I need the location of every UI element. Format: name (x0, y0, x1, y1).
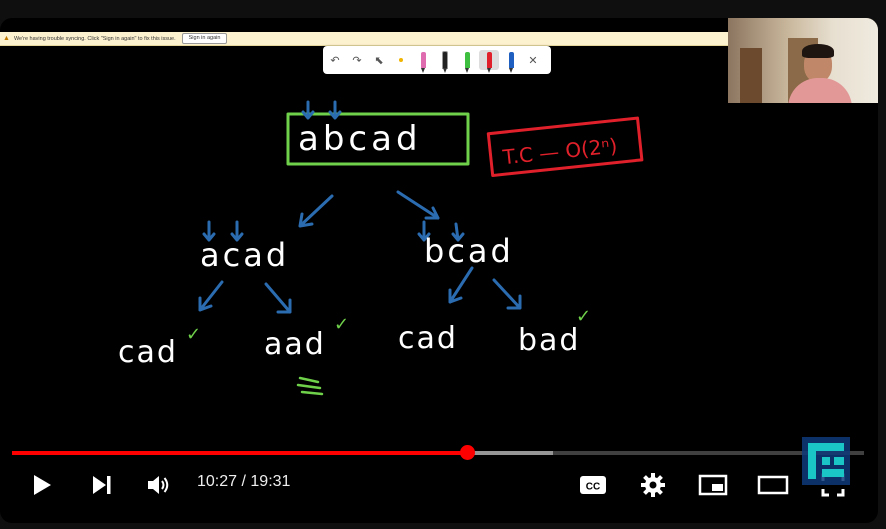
check-mark: ✓ (576, 306, 591, 327)
pen-toolbar: ↶ ↷ ⬉ ✕ (323, 46, 551, 74)
captions-icon: CC (580, 476, 606, 494)
branch-arrow (448, 266, 474, 304)
miniplayer-button[interactable] (696, 470, 730, 500)
level2-node-1: cad (118, 335, 178, 370)
select-pointer-icon[interactable]: ⬉ (369, 50, 389, 70)
pen-green-icon[interactable] (457, 50, 477, 73)
video-player[interactable]: ▲ We're having trouble syncing. Click "S… (0, 18, 878, 523)
check-mark: ✓ (186, 324, 201, 345)
undo-icon[interactable]: ↶ (325, 50, 345, 70)
level1-left: acad (200, 236, 289, 274)
branch-arrow (198, 280, 224, 312)
level2-node-4: bad (518, 323, 580, 358)
volume-icon (148, 476, 169, 494)
current-time: 10:27 (197, 473, 238, 490)
redo-icon[interactable]: ↷ (347, 50, 367, 70)
sync-warning-bar: ▲ We're having trouble syncing. Click "S… (0, 32, 728, 46)
root-string: abcad (298, 119, 422, 159)
branch-arrow (298, 194, 334, 228)
settings-icon (641, 473, 665, 497)
captions-button[interactable]: CC (578, 470, 608, 500)
branch-arrow (396, 190, 440, 220)
laser-dot-icon[interactable] (391, 50, 411, 70)
miniplayer-icon (698, 474, 728, 496)
next-icon (93, 476, 111, 494)
pointer-arrow (328, 100, 342, 120)
time-display: 10:27 / 19:31 (197, 473, 290, 491)
pen-red-icon[interactable] (479, 50, 499, 73)
check-mark: ✓ (334, 314, 349, 335)
channel-watermark-logo (802, 437, 850, 485)
pen-white-icon[interactable] (435, 50, 455, 73)
level2-node-2: aad (264, 327, 326, 362)
sign-in-again-button[interactable]: Sign in again (181, 33, 228, 44)
pen-pink-icon[interactable] (413, 50, 433, 73)
settings-button[interactable] (638, 470, 668, 500)
level1-right: bcad (424, 232, 514, 270)
play-icon (34, 475, 51, 495)
scribble-mark (296, 376, 324, 396)
sync-warning-text: We're having trouble syncing. Click "Sig… (13, 35, 176, 42)
branch-arrow (264, 282, 292, 314)
svg-text:CC: CC (586, 482, 600, 493)
pointer-arrow (301, 100, 315, 120)
play-button[interactable] (28, 470, 56, 500)
volume-button[interactable] (144, 470, 174, 500)
whiteboard-canvas: abcad T.C — O(2ⁿ) acad bcad cad aad cad … (118, 100, 644, 396)
level2-node-3: cad (398, 321, 458, 356)
warning-icon: ▲ (3, 35, 10, 42)
duration: 19:31 (250, 473, 291, 490)
next-button[interactable] (88, 470, 116, 500)
branch-arrow (492, 278, 522, 310)
webcam-overlay (728, 18, 878, 103)
time-separator: / (237, 473, 251, 490)
progress-played (12, 451, 468, 455)
close-toolbar-icon[interactable]: ✕ (523, 50, 543, 70)
pen-blue-icon[interactable] (501, 50, 521, 73)
theater-icon (757, 475, 789, 495)
theater-button[interactable] (756, 470, 790, 500)
